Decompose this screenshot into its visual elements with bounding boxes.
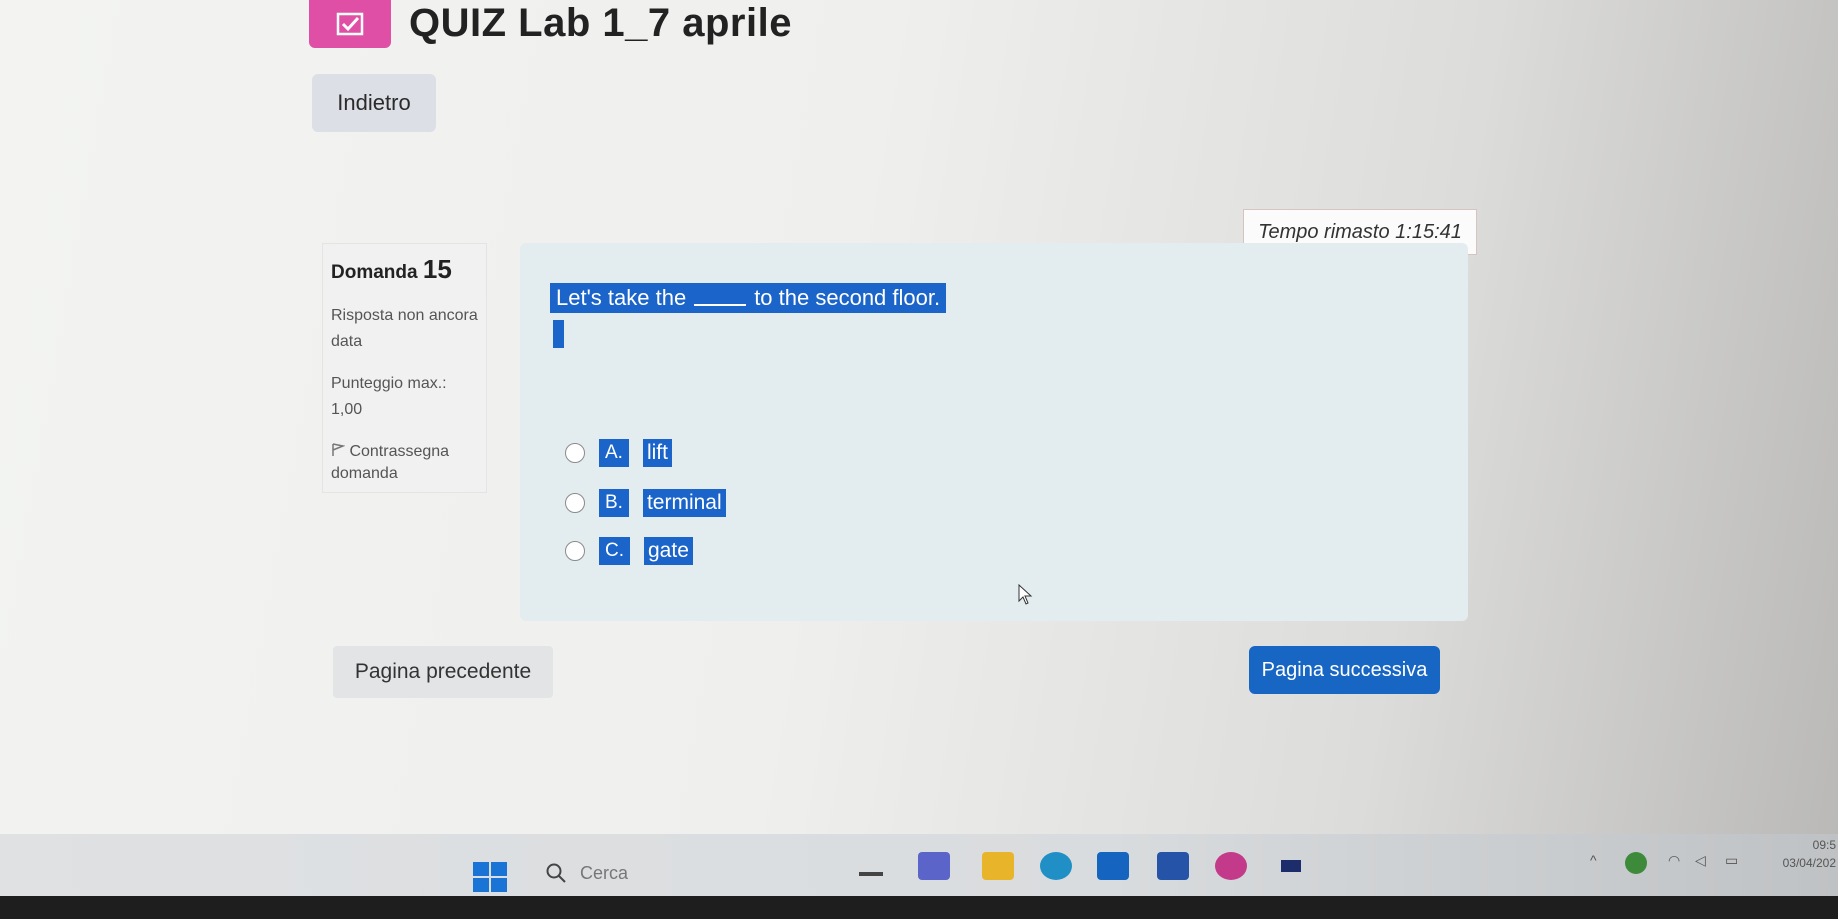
dropbox-icon[interactable] [1275,852,1307,880]
screen-bezel [0,896,1838,919]
task-view-icon[interactable] [855,852,887,880]
radio-button[interactable] [565,541,585,561]
taskbar-clock[interactable]: 09:5 03/04/202 [1760,836,1836,872]
flag-icon [332,443,345,456]
previous-page-button[interactable]: Pagina precedente [333,646,553,698]
system-tray-app-icon[interactable] [1625,852,1647,874]
next-page-button[interactable]: Pagina successiva [1249,646,1440,694]
battery-icon[interactable]: ▭ [1725,852,1738,874]
store-icon[interactable] [1097,852,1129,880]
chevron-up-icon[interactable]: ^ [1590,852,1597,874]
question-max-score: Punteggio max.: 1,00 [331,375,447,418]
question-state: Risposta non ancora data [331,307,478,350]
app-b-icon[interactable] [1157,852,1189,880]
file-explorer-icon[interactable] [982,852,1014,880]
quiz-icon [309,0,391,48]
question-text: Let's take the to the second floor. [550,283,947,313]
text-selection-mark [553,320,564,348]
page-title: QUIZ Lab 1_7 aprile [409,1,792,45]
taskbar-search[interactable]: Cerca [580,862,628,884]
question-info-panel: Domanda 15 Risposta non ancora data Punt… [322,243,487,493]
search-icon[interactable] [545,862,567,884]
flag-question-link[interactable]: Contrassegna domanda [331,441,478,485]
edge-browser-icon[interactable] [1040,852,1072,880]
answer-blank [694,286,747,306]
answer-option-b[interactable]: B. terminal [565,488,726,518]
answer-option-c[interactable]: C. gate [565,536,693,566]
windows-start-icon[interactable] [473,862,507,892]
mouse-pointer-icon [1018,584,1033,605]
radio-button[interactable] [565,493,585,513]
back-button[interactable]: Indietro [312,74,436,132]
answer-option-a[interactable]: A. lift [565,438,672,468]
question-number: Domanda 15 [331,254,452,284]
teams-icon[interactable] [918,852,950,880]
wifi-icon[interactable]: ◠ [1668,852,1680,874]
firefox-icon[interactable] [1215,852,1247,880]
radio-button[interactable] [565,443,585,463]
volume-icon[interactable]: ◁ [1695,852,1706,874]
